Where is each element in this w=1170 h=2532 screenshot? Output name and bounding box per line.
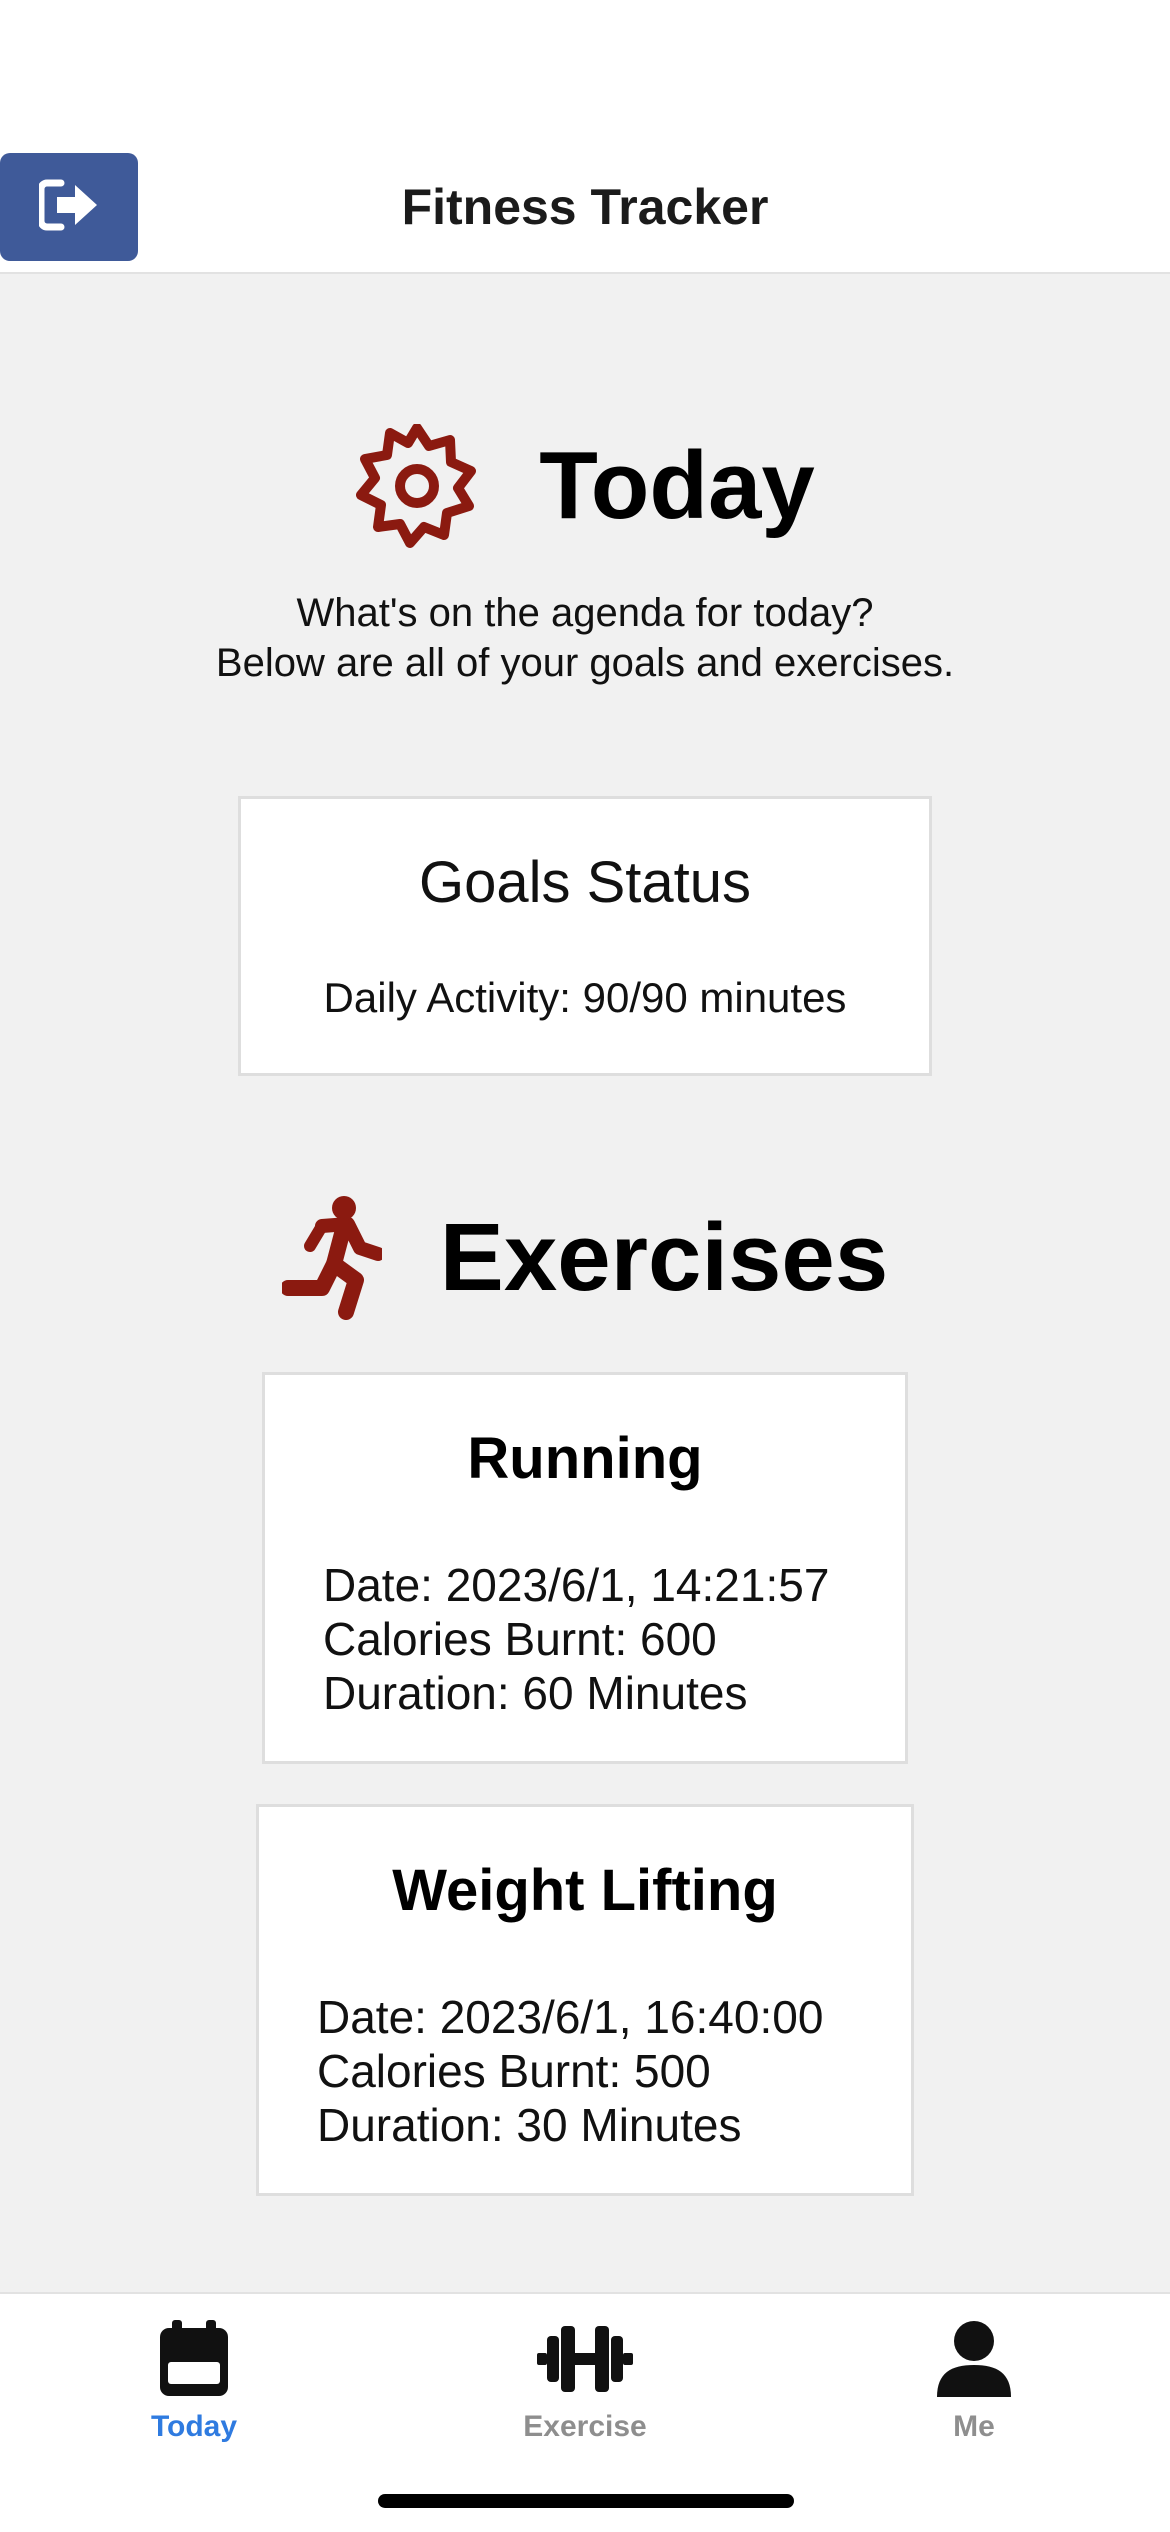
daily-activity-text: Daily Activity: 90/90 minutes <box>323 974 847 1021</box>
status-bar-area <box>0 0 1170 150</box>
exercise-calories: Calories Burnt: 500 <box>317 2045 711 2097</box>
tab-me[interactable]: Me <box>864 2314 1084 2444</box>
exercise-name: Running <box>467 1426 703 1491</box>
exercise-details: Date: 2023/6/1, 14:21:57 Calories Burnt:… <box>265 1558 905 1720</box>
exercise-duration: Duration: 30 Minutes <box>317 2099 742 2151</box>
app-header: Fitness Tracker <box>0 150 1170 274</box>
exercise-calories: Calories Burnt: 600 <box>323 1613 717 1665</box>
exercise-card-weight-lifting: Weight Lifting Date: 2023/6/1, 16:40:00 … <box>256 1804 914 2196</box>
exercise-details: Date: 2023/6/1, 16:40:00 Calories Burnt:… <box>259 1990 911 2152</box>
user-icon <box>864 2314 1084 2404</box>
today-screen: Today What's on the agenda for today? Be… <box>0 276 1170 2292</box>
tab-me-label: Me <box>953 2410 995 2443</box>
running-person-icon <box>281 1196 382 1320</box>
tab-today[interactable]: Today <box>84 2314 304 2444</box>
intro-line-1: What's on the agenda for today? <box>296 591 874 635</box>
calendar-icon <box>84 2314 304 2404</box>
goals-status-card: Goals Status Daily Activity: 90/90 minut… <box>238 796 932 1076</box>
goals-status-title: Goals Status <box>418 850 752 915</box>
header-title: Fitness Tracker <box>401 179 769 235</box>
intro-line-2: Below are all of your goals and exercise… <box>215 641 955 685</box>
today-heading-text: Today <box>539 432 815 539</box>
home-indicator <box>378 2494 794 2508</box>
tab-exercise[interactable]: Exercise <box>475 2314 695 2444</box>
exercises-heading: Exercises <box>0 1188 1170 1328</box>
tab-today-label: Today <box>150 2410 238 2443</box>
tab-exercise-label: Exercise <box>523 2410 647 2443</box>
exercises-heading-text: Exercises <box>439 1204 889 1311</box>
today-heading: Today <box>0 424 1170 548</box>
exercise-duration: Duration: 60 Minutes <box>323 1667 748 1719</box>
exercise-date: Date: 2023/6/1, 16:40:00 <box>317 1991 824 2043</box>
exercise-card-running: Running Date: 2023/6/1, 14:21:57 Calorie… <box>262 1372 908 1764</box>
exercise-name: Weight Lifting <box>392 1858 778 1923</box>
intro-text: What's on the agenda for today? Below ar… <box>0 588 1170 688</box>
exercise-date: Date: 2023/6/1, 14:21:57 <box>323 1559 830 1611</box>
gear-icon <box>355 424 479 548</box>
dumbbell-icon <box>475 2314 695 2404</box>
